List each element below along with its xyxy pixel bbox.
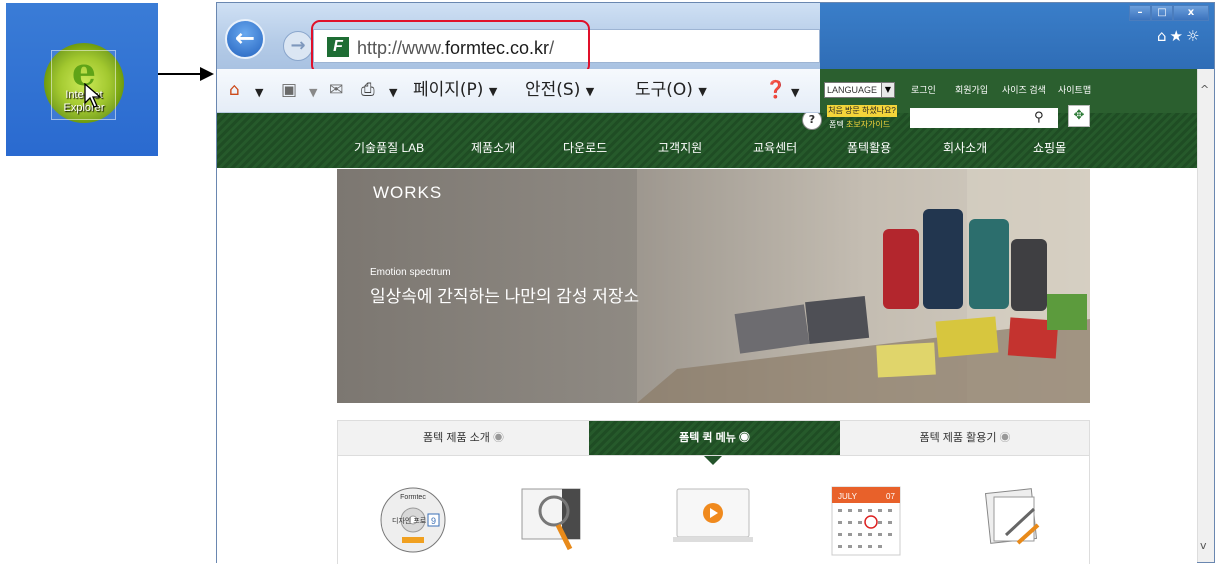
chevron-down-icon[interactable]: ▼: [881, 82, 895, 98]
page-menu[interactable]: 페이지(P) ▼: [413, 79, 497, 103]
close-button[interactable]: x: [1173, 5, 1209, 21]
hero-banner[interactable]: WORKS Emotion spectrum 일상속에 간직하는 나만의 감성 …: [337, 169, 1090, 403]
chevron-down-icon[interactable]: ▼: [791, 82, 799, 104]
help-guide-icon[interactable]: ?: [802, 110, 822, 130]
hero-subtitle: Emotion spectrum: [370, 267, 451, 278]
arrow-head-icon: [200, 67, 214, 81]
search-icon[interactable]: ⚲: [1034, 110, 1044, 125]
menu-item-products[interactable]: 제품소개: [471, 139, 515, 156]
chevron-down-circle-icon: ◉: [492, 432, 504, 444]
cd-software-icon[interactable]: Formtec 디자인 프로 9: [378, 485, 448, 555]
video-play-icon[interactable]: [673, 485, 753, 555]
tab-label: 폼텍 제품 활용기: [919, 432, 997, 444]
arrow-line: [158, 73, 204, 75]
forward-button[interactable]: →: [283, 31, 313, 61]
language-select[interactable]: LANGUAGE: [824, 82, 882, 98]
usage-tools-icon[interactable]: [978, 485, 1048, 555]
browser-window: ← → F http://www.formtec.co.kr/ – □ x ⌂★…: [216, 2, 1215, 564]
chevron-down-icon[interactable]: ▼: [389, 82, 397, 104]
mail-icon[interactable]: ✉: [329, 79, 343, 101]
chevron-down-icon[interactable]: ▼: [255, 82, 263, 104]
beginner-guide-link[interactable]: 폼텍 초보자가이드: [829, 119, 890, 130]
label-search-icon[interactable]: [518, 485, 588, 555]
chevron-down-circle-icon: ◉: [738, 432, 750, 444]
tools-menu-label: 도구(O): [635, 80, 693, 100]
move-arrows-icon[interactable]: ✥: [1068, 105, 1090, 127]
size-search-link[interactable]: 사이즈 검색: [1002, 83, 1046, 96]
tab-quick-menu[interactable]: 폼텍 퀵 메뉴 ◉: [589, 421, 840, 455]
quick-menu-icons: Formtec 디자인 프로 9 JULY 07: [337, 455, 1090, 564]
tab-label: 폼텍 제품 소개: [423, 432, 490, 444]
first-visit-badge[interactable]: 처음 방문 하셨나요?: [827, 105, 897, 117]
vertical-scrollbar[interactable]: ^ v: [1197, 69, 1214, 562]
safety-menu[interactable]: 안전(S) ▼: [525, 79, 594, 103]
desktop-background: e Internet Explorer: [6, 3, 158, 156]
menu-item-download[interactable]: 다운로드: [563, 139, 607, 156]
guide-label: 초보자가이드: [845, 120, 891, 129]
print-icon[interactable]: ⎙: [361, 79, 375, 101]
back-button[interactable]: ←: [225, 19, 265, 59]
mouse-cursor-icon: [84, 83, 102, 108]
home-favorites-tools-icons[interactable]: ⌂★☼: [1157, 27, 1202, 45]
sitemap-link[interactable]: 사이트맵: [1058, 83, 1091, 96]
guide-prefix: 폼텍: [829, 120, 844, 129]
chevron-down-icon: ▼: [488, 85, 498, 98]
maximize-button[interactable]: □: [1151, 5, 1173, 21]
hero-image-products: [637, 169, 1090, 403]
scroll-up-icon[interactable]: ^: [1200, 83, 1209, 96]
tab-product-intro[interactable]: 폼텍 제품 소개 ◉: [338, 421, 589, 455]
chevron-down-icon[interactable]: ▼: [309, 82, 317, 104]
login-link[interactable]: 로그인: [911, 83, 936, 96]
menu-item-lab[interactable]: 기술품질 LAB: [354, 139, 424, 156]
menu-item-usage[interactable]: 폼텍활용: [847, 139, 891, 156]
tab-product-usage[interactable]: 폼텍 제품 활용기 ◉: [840, 421, 1090, 455]
calendar-month: JULY: [838, 492, 858, 501]
web-page: 기술품질 LAB 제품소개 다운로드 고객지원 교육센터 폼텍활용 회사소개 쇼…: [217, 69, 1197, 564]
minimize-button[interactable]: –: [1129, 5, 1151, 21]
menu-item-support[interactable]: 고객지원: [658, 139, 702, 156]
menu-item-company[interactable]: 회사소개: [943, 139, 987, 156]
page-menu-label: 페이지(P): [413, 80, 484, 100]
rss-feed-icon[interactable]: ▣: [281, 79, 297, 101]
window-controls: – □ x: [1129, 5, 1211, 21]
help-icon[interactable]: ❓: [765, 79, 786, 101]
calendar-icon[interactable]: JULY 07: [828, 485, 904, 559]
menu-item-education[interactable]: 교육센터: [753, 139, 797, 156]
chevron-down-circle-icon: ◉: [999, 432, 1011, 444]
hero-title: 일상속에 간직하는 나만의 감성 저장소: [370, 287, 640, 306]
quick-tabs: 폼텍 제품 소개 ◉ 폼텍 퀵 메뉴 ◉ 폼텍 제품 활용기 ◉: [337, 420, 1090, 456]
address-highlight-box: [311, 20, 590, 74]
scroll-down-icon[interactable]: v: [1200, 539, 1207, 552]
command-bar: ⌂ ▼ ▣ ▼ ✉ ⎙ ▼ 페이지(P) ▼ 안전(S) ▼ 도구(O) ▼ ❓…: [217, 69, 820, 113]
signup-link[interactable]: 회원가입: [955, 83, 988, 96]
home-icon[interactable]: ⌂: [229, 79, 240, 101]
tab-label: 폼텍 퀵 메뉴: [679, 432, 736, 444]
cd-version: 9: [431, 516, 436, 526]
chevron-down-icon: ▼: [698, 85, 707, 98]
cd-label: 디자인 프로: [392, 516, 427, 525]
hero-heading: WORKS: [373, 183, 443, 202]
chevron-down-icon: ▼: [585, 85, 595, 98]
safety-menu-label: 안전(S): [525, 80, 581, 100]
cd-brand: Formtec: [400, 494, 426, 501]
tools-menu[interactable]: 도구(O) ▼: [635, 79, 707, 103]
menu-item-shop[interactable]: 쇼핑몰: [1033, 139, 1066, 156]
calendar-day: 07: [886, 492, 895, 501]
